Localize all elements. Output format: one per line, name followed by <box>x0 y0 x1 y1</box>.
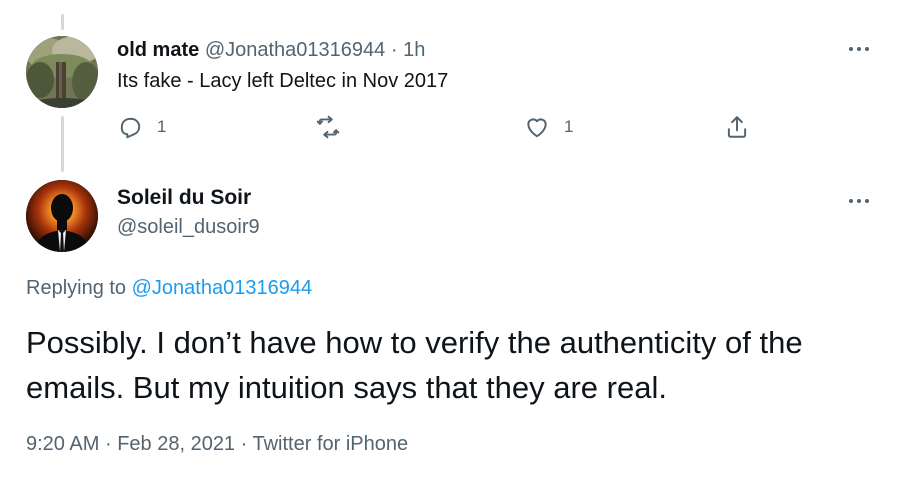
tweet-time[interactable]: 9:20 AM <box>26 433 99 455</box>
heart-icon <box>527 118 547 138</box>
reply-tweet[interactable]: old mate @Jonatha01316944 · 1h Its fake … <box>0 0 898 170</box>
share-button[interactable] <box>724 115 750 139</box>
reply-header: old mate @Jonatha01316944 · 1h <box>117 38 425 62</box>
reply-icon <box>120 117 141 139</box>
user-handle[interactable]: @soleil_dusoir9 <box>117 215 260 239</box>
separator-dot: · <box>240 433 248 455</box>
retweet-button[interactable] <box>315 115 355 139</box>
replying-to-link[interactable]: @Jonatha01316944 <box>132 277 312 299</box>
separator-dot: · <box>104 433 112 455</box>
main-tweet: Soleil du Soir @soleil_dusoir9 Replying … <box>0 170 898 484</box>
retweet-icon <box>316 115 340 139</box>
more-icon[interactable] <box>849 196 869 206</box>
replying-to: Replying to @Jonatha01316944 <box>26 276 312 300</box>
user-handle[interactable]: @Jonatha01316944 <box>205 39 385 61</box>
tweet-text: Its fake - Lacy left Deltec in Nov 2017 <box>117 70 449 92</box>
tree-photo-avatar <box>26 36 98 108</box>
avatar[interactable] <box>26 36 98 108</box>
tweet-source[interactable]: Twitter for iPhone <box>253 433 409 455</box>
display-name[interactable]: old mate <box>117 39 199 61</box>
tweet-date[interactable]: Feb 28, 2021 <box>117 433 235 455</box>
tweet-actions: 1 1 <box>117 115 777 139</box>
more-icon[interactable] <box>849 44 869 54</box>
avatar[interactable] <box>26 180 98 252</box>
thread-line <box>61 116 64 172</box>
tweet-meta: 9:20 AM · Feb 28, 2021 · Twitter for iPh… <box>26 432 408 456</box>
reply-button[interactable]: 1 <box>117 115 166 139</box>
timestamp[interactable]: 1h <box>403 39 425 61</box>
replying-label: Replying to <box>26 277 127 299</box>
tweet-text: Possibly. I don’t have how to verify the… <box>26 325 803 405</box>
reply-count: 1 <box>157 117 167 136</box>
display-name[interactable]: Soleil du Soir <box>117 186 251 210</box>
share-icon <box>727 116 747 138</box>
like-count: 1 <box>564 117 574 136</box>
like-button[interactable]: 1 <box>524 115 573 139</box>
separator-dot: · <box>390 39 398 61</box>
silhouette-avatar <box>26 180 98 252</box>
